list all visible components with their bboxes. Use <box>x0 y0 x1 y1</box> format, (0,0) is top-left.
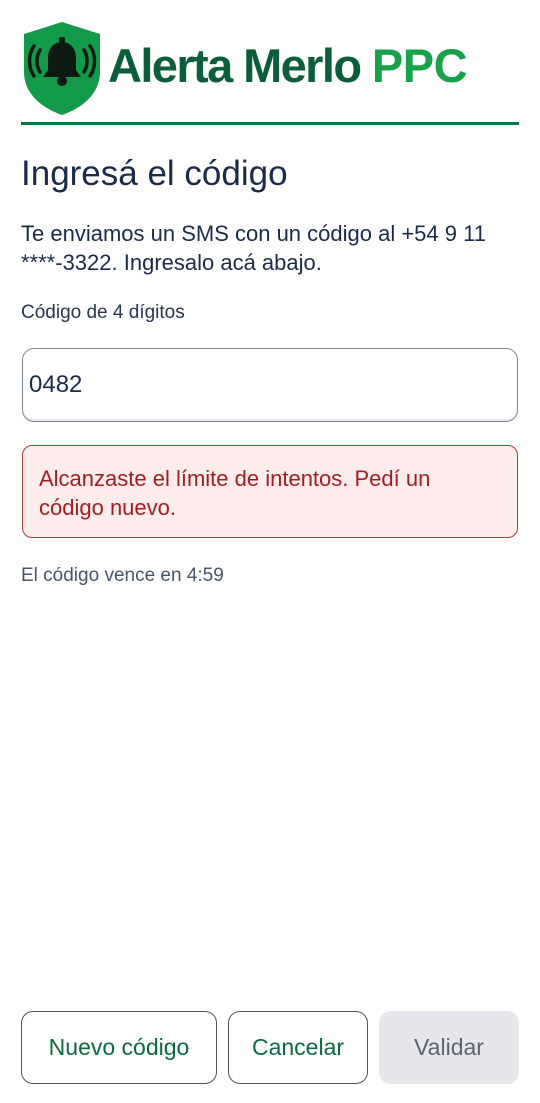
header-divider <box>21 122 519 125</box>
alert-bell-shield-logo <box>24 22 100 115</box>
code-field-label: Código de 4 dígitos <box>21 302 185 323</box>
page-title: Ingresá el código <box>21 154 288 193</box>
brand-name: Alerta Merlo PPC <box>108 38 468 94</box>
code-expiry-text: El código vence en 4:59 <box>21 565 224 586</box>
brand-word-primary: Alerta Merlo <box>108 39 362 92</box>
new-code-button[interactable]: Nuevo código <box>21 1011 217 1084</box>
validate-button[interactable]: Validar <box>379 1011 519 1084</box>
app-header: Alerta Merlo PPC <box>22 20 519 126</box>
page-description: Te enviamos un SMS con un código al +54 … <box>21 221 486 275</box>
code-input[interactable] <box>22 348 518 422</box>
cancel-button[interactable]: Cancelar <box>228 1011 368 1084</box>
brand-word-secondary: PPC <box>371 39 468 92</box>
error-alert: Alcanzaste el límite de intentos. Pedí u… <box>22 445 518 538</box>
